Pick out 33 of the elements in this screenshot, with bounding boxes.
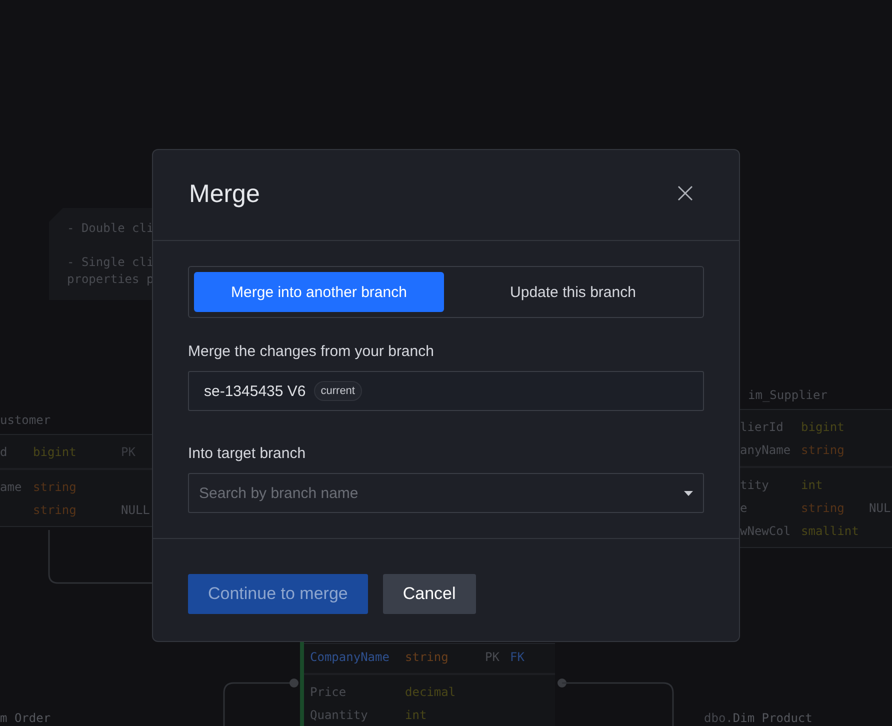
column-type: string — [801, 500, 846, 514]
dialog-title: Merge — [189, 179, 260, 210]
table-title: m Order — [0, 711, 51, 725]
column-type: string — [405, 650, 450, 664]
target-branch-select[interactable]: Search by branch name — [188, 473, 704, 513]
column-name: wNewCol — [740, 524, 791, 538]
column-name: Quantity — [310, 708, 368, 722]
table-title: dbo.Dim Product — [704, 711, 812, 725]
cancel-button[interactable]: Cancel — [382, 574, 476, 614]
caret-icon — [684, 491, 693, 496]
column-name: CompanyName — [310, 650, 390, 664]
column-attribute: NUL — [869, 500, 892, 514]
column-name: anyName — [740, 442, 791, 456]
branch-name: se-1345435 V6 — [204, 382, 306, 400]
column-name: lierId — [740, 420, 784, 434]
current-badge: current — [314, 381, 362, 401]
column-type: string — [33, 502, 78, 516]
field-label: Into target branch — [188, 445, 307, 462]
close-button[interactable]: × — [668, 179, 703, 207]
column-name: tity — [740, 478, 769, 492]
table-title: ustomer — [0, 413, 51, 427]
column-name: Price — [310, 684, 346, 698]
mode-tab[interactable]: Update this branch — [448, 272, 698, 312]
mode-tab[interactable]: Merge into another branch — [194, 272, 444, 312]
column-type: string — [33, 480, 78, 494]
column-name: d — [0, 444, 8, 458]
column-attribute: PK — [485, 650, 500, 664]
table-title: im_Supplier — [748, 388, 828, 402]
column-type: string — [801, 442, 846, 456]
field-label: Merge the changes from your branch — [188, 343, 435, 360]
column-attribute: FK — [510, 650, 526, 664]
column-name: ame — [0, 480, 22, 494]
column-name: e — [740, 500, 748, 514]
